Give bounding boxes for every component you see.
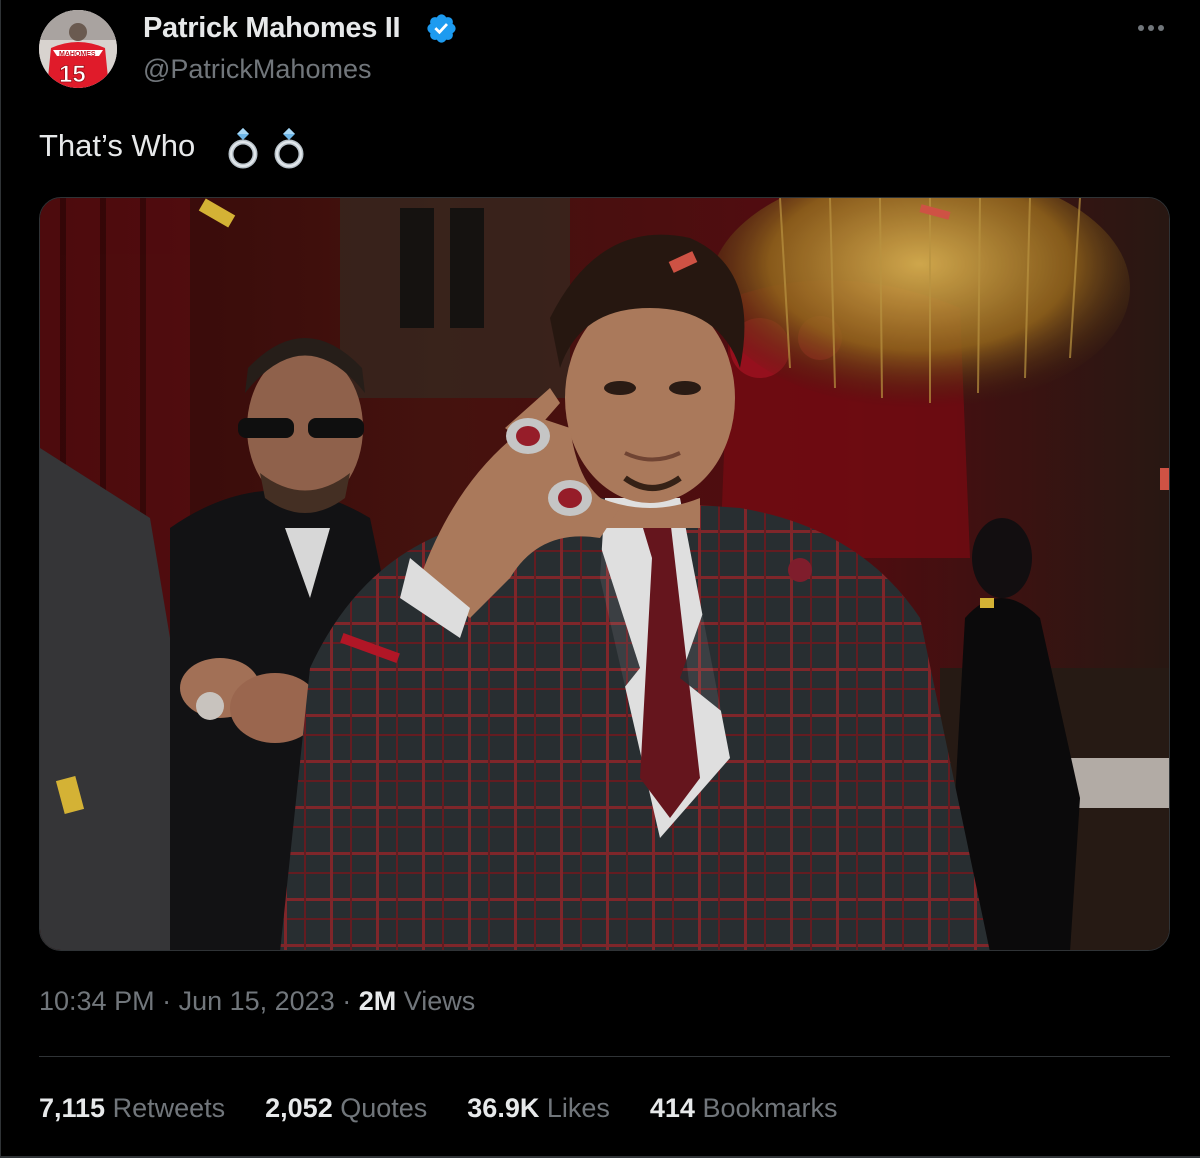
more-options-icon[interactable]	[1131, 14, 1171, 42]
bookmarks-stat[interactable]: 414 Bookmarks	[650, 1093, 838, 1124]
bookmarks-label: Bookmarks	[694, 1093, 838, 1123]
author-handle[interactable]: @PatrickMahomes	[143, 54, 371, 85]
quotes-count: 2,052	[265, 1093, 333, 1123]
views-count: 2M	[358, 986, 397, 1016]
avatar[interactable]: MAHOMES 15	[39, 10, 117, 88]
retweets-stat[interactable]: 7,115 Retweets	[39, 1093, 225, 1124]
verified-badge-icon	[427, 14, 456, 43]
tweet-media-photo[interactable]	[39, 197, 1170, 951]
likes-label: Likes	[539, 1093, 610, 1123]
tweet-text: That’s Who	[39, 128, 196, 163]
quotes-stat[interactable]: 2,052 Quotes	[265, 1093, 427, 1124]
avatar-jersey-number: 15	[59, 61, 86, 88]
avatar-image: MAHOMES 15	[39, 10, 117, 88]
tweet-date[interactable]: Jun 15, 2023	[179, 986, 335, 1016]
ring-emoji-icon	[228, 128, 304, 169]
likes-count: 36.9K	[467, 1093, 540, 1123]
engagement-stats: 7,115 Retweets 2,052 Quotes 36.9K Likes …	[39, 1093, 878, 1124]
retweets-label: Retweets	[105, 1093, 226, 1123]
bookmarks-count: 414	[649, 1093, 695, 1123]
avatar-jersey-text: MAHOMES	[59, 51, 96, 58]
tweet-card: MAHOMES 15 Patrick Mahomes II @PatrickMa…	[0, 0, 1200, 1158]
likes-stat[interactable]: 36.9K Likes	[467, 1093, 610, 1124]
divider	[39, 1056, 1170, 1057]
meta-separator: ·	[154, 986, 179, 1016]
views-label: Views	[396, 986, 476, 1016]
tweet-meta: 10:34 PM · Jun 15, 2023 · 2M Views	[39, 986, 475, 1017]
author-display-name[interactable]: Patrick Mahomes II	[143, 12, 401, 45]
quotes-label: Quotes	[332, 1093, 428, 1123]
meta-separator: ·	[334, 986, 359, 1016]
photo-scene	[40, 198, 1169, 950]
tweet-time[interactable]: 10:34 PM	[39, 986, 155, 1016]
retweets-count: 7,115	[39, 1093, 106, 1123]
